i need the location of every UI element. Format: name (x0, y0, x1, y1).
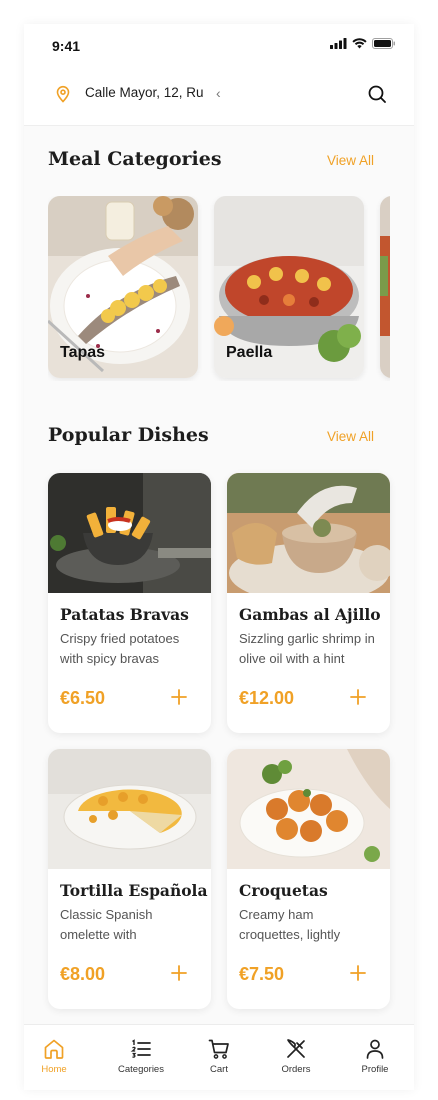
dish-price: €7.50 (239, 964, 285, 984)
patatas-bravas-photo (48, 473, 211, 593)
status-bar: 9:41 (24, 24, 414, 70)
user-icon (366, 1039, 384, 1059)
croquetas-photo (227, 749, 390, 869)
dish-description: Crispy fried potatoes with spicy bravas (60, 631, 180, 666)
categories-carousel[interactable]: Tapas Paella (48, 196, 390, 381)
dish-name: Tortilla Española (60, 881, 208, 900)
categories-view-all-link[interactable]: View All (327, 153, 374, 168)
phone-screen: 9:41 Calle Mayor, 12, Ru ‹ Meal Categori… (24, 24, 414, 1090)
plus-icon[interactable] (169, 963, 189, 983)
dish-description: Classic Spanish omelette with (60, 907, 153, 942)
plus-icon[interactable] (348, 687, 368, 707)
dish-price: €12.00 (239, 688, 295, 708)
dish-description: Sizzling garlic shrimp in olive oil with… (239, 631, 375, 666)
meal-categories-title: Meal Categories (48, 148, 222, 170)
dish-card-patatas-bravas[interactable]: Patatas Bravas Crispy fried potatoes wit… (48, 473, 211, 733)
battery-icon (372, 38, 395, 49)
dish-card-gambas-al-ajillo[interactable]: Gambas al Ajillo Sizzling garlic shrimp … (227, 473, 390, 733)
tab-cart[interactable]: Cart (184, 1037, 254, 1075)
category-card-paella[interactable]: Paella (214, 196, 364, 378)
tab-label: Profile (361, 1064, 389, 1075)
dish-price: €8.00 (60, 964, 106, 984)
home-icon (44, 1039, 64, 1059)
tab-home[interactable]: Home (24, 1037, 89, 1075)
tab-orders[interactable]: Orders (261, 1037, 331, 1075)
category-label: Paella (226, 344, 273, 361)
gambas-al-ajillo-photo (227, 473, 390, 593)
category-card-partial[interactable] (380, 196, 390, 378)
delivery-address[interactable]: Calle Mayor, 12, Ru (85, 85, 204, 103)
tab-label: Cart (210, 1064, 228, 1075)
address-chevron-icon[interactable]: ‹ (216, 85, 221, 101)
dish-card-croquetas[interactable]: Croquetas Creamy ham croquettes, lightly… (227, 749, 390, 1009)
status-time: 9:41 (52, 38, 81, 54)
plus-icon[interactable] (348, 963, 368, 983)
tab-label: Categories (118, 1064, 164, 1075)
wifi-icon (352, 38, 367, 49)
cart-icon (208, 1039, 229, 1059)
dish-name: Gambas al Ajillo (239, 605, 381, 624)
dish-description: Creamy ham croquettes, lightly (239, 907, 341, 942)
list-icon (130, 1039, 151, 1058)
location-pin-icon (56, 85, 70, 103)
status-icons (330, 38, 396, 49)
dish-name: Croquetas (239, 881, 328, 900)
signal-icon (330, 38, 347, 49)
dish-card-tortilla-espanola[interactable]: Tortilla Española Classic Spanish omelet… (48, 749, 211, 1009)
dish-price: €6.50 (60, 688, 106, 708)
utensils-icon (287, 1039, 305, 1058)
tab-label: Orders (281, 1064, 311, 1075)
tortilla-espanola-photo (48, 749, 211, 869)
tab-label: Home (41, 1064, 67, 1075)
category-label: Tapas (60, 344, 106, 361)
bottom-tab-bar: Home Categories Cart Orders Profile (24, 1024, 414, 1090)
plus-icon[interactable] (169, 687, 189, 707)
search-icon[interactable] (366, 83, 388, 105)
dish-name: Patatas Bravas (60, 605, 189, 624)
address-bar: Calle Mayor, 12, Ru ‹ (24, 70, 414, 126)
popular-dishes-title: Popular Dishes (48, 424, 209, 446)
popular-view-all-link[interactable]: View All (327, 429, 374, 444)
tab-profile[interactable]: Profile (340, 1037, 410, 1075)
category-card-tapas[interactable]: Tapas (48, 196, 198, 378)
tab-categories[interactable]: Categories (106, 1037, 176, 1075)
partial-photo (380, 196, 390, 378)
